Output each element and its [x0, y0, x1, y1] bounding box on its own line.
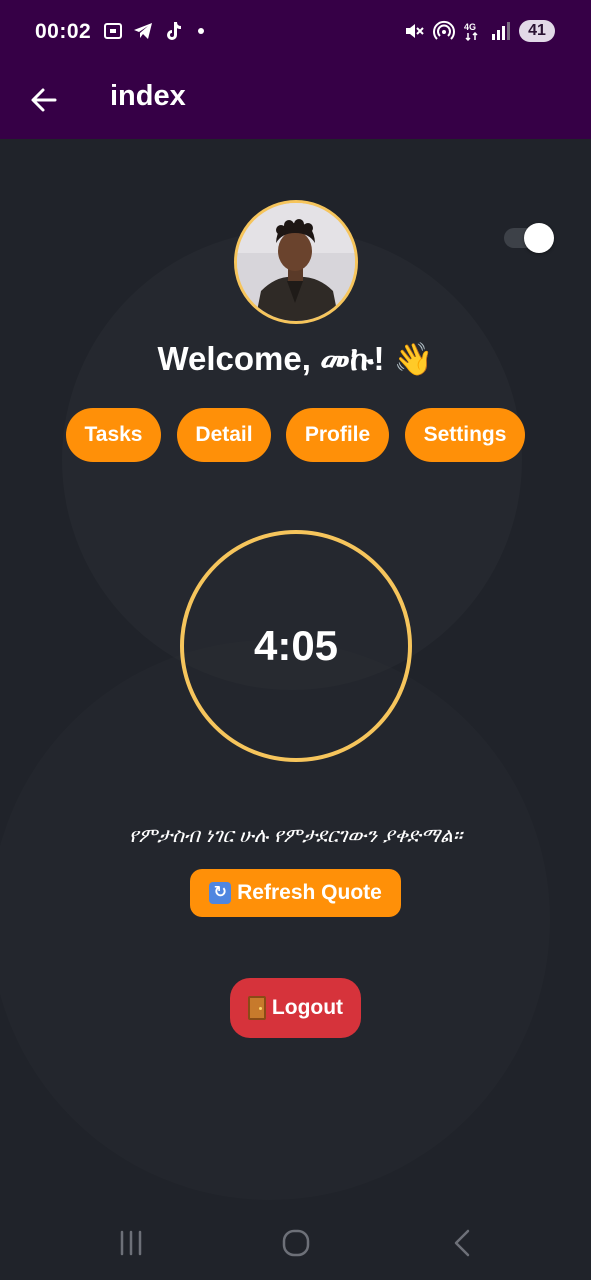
welcome-text: Welcome, መኩ! — [157, 340, 385, 377]
refresh-icon: ↻ — [209, 882, 232, 904]
settings-button[interactable]: Settings — [405, 408, 525, 462]
page-title: index — [110, 80, 186, 112]
theme-toggle[interactable] — [504, 223, 554, 253]
detail-button[interactable]: Detail — [177, 408, 271, 462]
system-navigation-bar — [0, 1205, 591, 1280]
telegram-icon — [132, 20, 154, 42]
battery-indicator: 41 — [519, 20, 555, 42]
timer-value: 4:05 — [253, 622, 339, 669]
door-icon — [247, 996, 266, 1020]
chevron-left-icon — [454, 1229, 470, 1257]
home-button[interactable] — [276, 1223, 316, 1263]
status-bar: 00:02 4G 41 — [0, 0, 591, 66]
welcome-heading: Welcome, መኩ! 👋 — [0, 340, 591, 379]
quote-text: የምታስብ ነገር ሁሉ የምታደርገውን ያቀድማል። — [128, 825, 463, 847]
tiktok-icon — [162, 20, 184, 42]
app-bar: index — [0, 66, 591, 139]
avatar-photo — [237, 203, 355, 321]
home-icon — [282, 1229, 310, 1257]
mute-icon — [403, 20, 425, 42]
svg-text:4G: 4G — [464, 22, 476, 32]
status-left-icons — [102, 20, 204, 42]
hotspot-icon — [433, 20, 455, 42]
logout-label: Logout — [271, 996, 344, 1019]
notification-dot-icon — [198, 28, 204, 34]
profile-button[interactable]: Profile — [286, 408, 389, 462]
system-back-button[interactable] — [442, 1223, 482, 1263]
toggle-knob — [524, 223, 554, 253]
refresh-quote-button[interactable]: ↻ Refresh Quote — [190, 869, 401, 917]
tasks-button[interactable]: Tasks — [66, 408, 161, 462]
status-time: 00:02 — [35, 20, 92, 43]
refresh-quote-label: Refresh Quote — [237, 881, 382, 904]
status-right-icons: 4G 41 — [403, 20, 555, 42]
arrow-left-icon — [31, 88, 57, 112]
screenshot-icon — [102, 20, 124, 42]
signal-icon — [489, 20, 511, 42]
avatar — [234, 200, 358, 324]
nav-buttons: Tasks Detail Profile Settings — [0, 408, 591, 462]
waving-hand-icon: 👋 — [393, 341, 434, 377]
timer-ring: 4:05 — [180, 530, 412, 762]
back-button[interactable] — [22, 78, 66, 122]
network-4g-icon: 4G — [463, 20, 481, 42]
logout-button[interactable]: Logout — [230, 978, 361, 1038]
recent-apps-icon — [120, 1230, 142, 1256]
recent-apps-button[interactable] — [111, 1223, 151, 1263]
